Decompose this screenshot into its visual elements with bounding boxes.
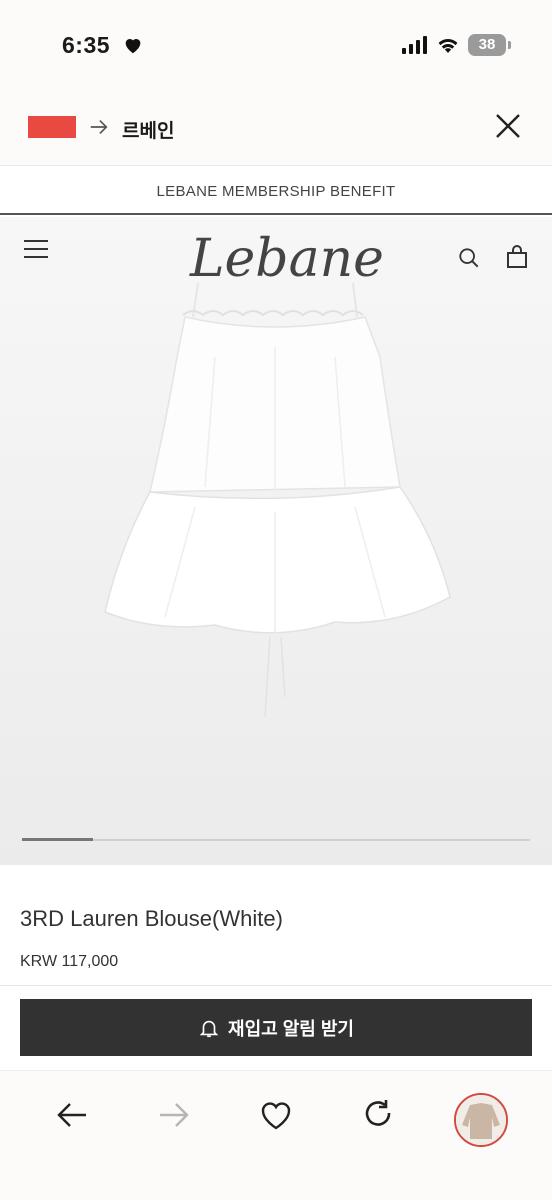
heart-icon — [125, 39, 141, 54]
product-name: 3RD Lauren Blouse(White) — [20, 906, 283, 931]
arrow-right-icon — [90, 119, 108, 135]
product-thumbnail[interactable] — [454, 1093, 508, 1147]
signal-icon — [402, 36, 427, 54]
carousel-progress — [22, 838, 94, 841]
banner-text: LEBANE MEMBERSHIP BENEFIT — [156, 183, 396, 200]
bag-icon[interactable] — [506, 245, 528, 269]
battery-level: 38 — [478, 36, 496, 53]
bell-icon — [199, 1020, 219, 1037]
search-icon[interactable] — [458, 247, 480, 269]
restock-button-label: 재입고 알림 받기 — [228, 1018, 354, 1039]
wifi-icon — [438, 38, 458, 53]
refresh-icon[interactable] — [358, 1095, 398, 1135]
heart-icon[interactable] — [256, 1095, 296, 1135]
site-name: 르베인 — [122, 121, 175, 142]
status-bar: 6:35 38 — [0, 0, 552, 90]
browser-bar: 르베인 — [0, 90, 552, 166]
forward-icon[interactable] — [154, 1095, 194, 1135]
product-price: KRW 117,000 — [20, 953, 119, 970]
status-time: 6:35 — [62, 32, 111, 58]
membership-banner[interactable]: LEBANE MEMBERSHIP BENEFIT — [0, 167, 552, 215]
close-icon[interactable] — [494, 112, 522, 140]
bottom-browser-bar — [0, 1070, 552, 1200]
restock-alert-button[interactable]: 재입고 알림 받기 — [20, 999, 532, 1056]
product-image[interactable] — [95, 277, 465, 807]
divider — [0, 985, 552, 986]
sweater-thumbnail-image — [456, 1095, 506, 1145]
site-flag — [28, 116, 76, 138]
back-icon[interactable] — [52, 1095, 92, 1135]
menu-icon[interactable] — [24, 239, 48, 259]
status-icons: 38 — [402, 33, 511, 57]
product-hero: Lebane — [0, 217, 552, 865]
battery-icon: 38 — [468, 34, 511, 56]
carousel-track[interactable] — [22, 838, 530, 841]
